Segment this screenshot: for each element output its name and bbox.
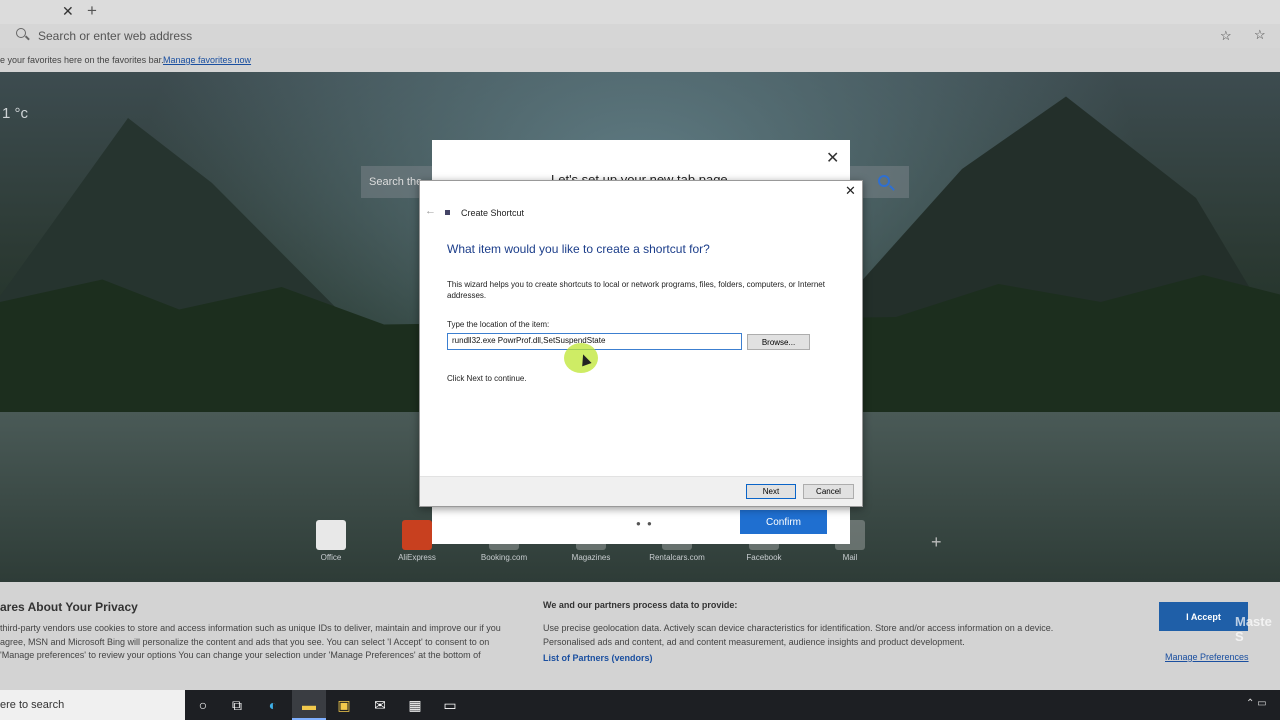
- terminal-icon[interactable]: ▭: [441, 696, 459, 714]
- add-favorite-icon[interactable]: ☆: [1220, 28, 1232, 44]
- partners-link[interactable]: List of Partners (vendors): [543, 653, 653, 663]
- web-search-placeholder: Search the: [369, 176, 423, 188]
- watermark: Maste S: [1235, 614, 1272, 644]
- privacy-data-title: We and our partners process data to prov…: [543, 600, 738, 610]
- shortcut-icon: [445, 210, 450, 215]
- cortana-icon[interactable]: ○: [194, 696, 212, 714]
- privacy-banner: ares About Your Privacy third-party vend…: [0, 582, 1280, 690]
- tile-label: Booking.com: [480, 553, 528, 562]
- wizard-description: This wizard helps you to create shortcut…: [447, 280, 825, 300]
- pagination-dots: ● ●: [636, 519, 654, 528]
- privacy-body: third-party vendors use cookies to store…: [0, 623, 501, 660]
- manage-favorites-link[interactable]: Manage favorites now: [163, 55, 251, 65]
- setup-close-icon[interactable]: ✕: [826, 148, 839, 168]
- calculator-icon[interactable]: ▦: [406, 696, 424, 714]
- file-explorer-icon[interactable]: ▬: [300, 696, 318, 714]
- favorites-bar: e your favorites here on the favorites b…: [0, 48, 1280, 72]
- tab-strip: ✕ +: [0, 0, 1280, 24]
- tile-label: Magazines: [571, 553, 611, 562]
- taskbar-search-text: ere to search: [0, 699, 65, 711]
- address-input[interactable]: Search or enter web address: [38, 29, 192, 43]
- taskbar: ere to search ○ ⧉ ◐ ▬ ▣ ✉ ▦ ▭ ⌃ ▭: [0, 690, 1280, 720]
- back-arrow-icon[interactable]: ←: [425, 205, 436, 217]
- wizard-title: Create Shortcut: [461, 208, 525, 218]
- search-icon: [16, 28, 26, 38]
- browse-button[interactable]: Browse...: [747, 334, 810, 350]
- add-tile-icon[interactable]: +: [931, 532, 942, 553]
- tray-chevron-icon[interactable]: ⌃ ▭: [1246, 698, 1267, 709]
- office-icon: [316, 520, 346, 550]
- wizard-hint: Click Next to continue.: [447, 374, 527, 383]
- quick-link-tile[interactable]: Office: [296, 520, 366, 562]
- manage-preferences-link[interactable]: Manage Preferences: [1165, 652, 1249, 662]
- task-view-icon[interactable]: ⧉: [228, 696, 246, 714]
- wizard-close-icon[interactable]: ✕: [845, 183, 856, 199]
- mail-icon[interactable]: ✉: [371, 696, 389, 714]
- tile-label: Mail: [842, 553, 858, 562]
- location-input[interactable]: rundll32.exe PowrProf.dll,SetSuspendStat…: [447, 333, 742, 350]
- privacy-data-body: Use precise geolocation data. Actively s…: [543, 623, 1054, 647]
- edge-icon[interactable]: ◐: [264, 696, 282, 714]
- aliexpress-icon: [402, 520, 432, 550]
- favorites-icon[interactable]: ☆: [1254, 27, 1266, 43]
- privacy-title: ares About Your Privacy: [0, 600, 138, 614]
- tile-label: Rentalcars.com: [649, 553, 705, 562]
- cancel-button[interactable]: Cancel: [803, 484, 854, 499]
- tab-close-icon[interactable]: ✕: [62, 3, 74, 20]
- tile-label: AliExpress: [398, 553, 436, 562]
- tile-label: Facebook: [746, 553, 782, 562]
- new-tab-icon[interactable]: +: [87, 1, 97, 21]
- taskbar-search[interactable]: ere to search: [0, 690, 185, 720]
- wizard-heading: What item would you like to create a sho…: [447, 242, 710, 256]
- next-button[interactable]: Next: [746, 484, 796, 499]
- address-bar: Search or enter web address: [0, 24, 1280, 48]
- web-search-icon[interactable]: [878, 175, 890, 187]
- weather-temperature[interactable]: 1 °c: [2, 105, 28, 122]
- store-icon[interactable]: ▣: [335, 696, 353, 714]
- location-label: Type the location of the item:: [447, 320, 550, 329]
- favorites-bar-text: e your favorites here on the favorites b…: [0, 55, 164, 65]
- confirm-button[interactable]: Confirm: [740, 510, 827, 534]
- tile-label: Office: [320, 553, 342, 562]
